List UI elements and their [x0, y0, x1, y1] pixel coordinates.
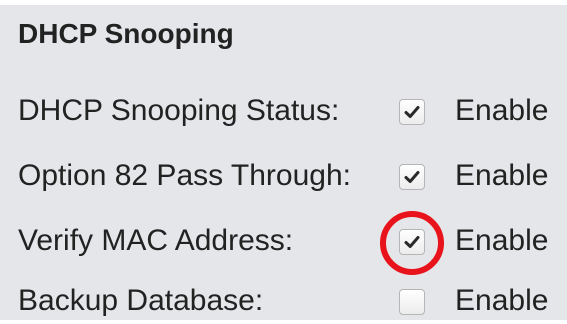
option-82-pass-through-label: Option 82 Pass Through: — [18, 159, 351, 192]
check-mark-icon — [404, 236, 420, 248]
enable-label: Enable — [455, 159, 549, 192]
setting-row-verify-mac-address: Verify MAC Address: Enable — [0, 220, 567, 264]
enable-label: Enable — [455, 224, 549, 257]
option-82-pass-through-checkbox[interactable] — [399, 164, 425, 190]
dhcp-snooping-status-label: DHCP Snooping Status: — [18, 94, 340, 127]
backup-database-label: Backup Database: — [18, 284, 264, 317]
setting-row-option-82-pass-through: Option 82 Pass Through: Enable — [0, 155, 567, 199]
enable-label: Enable — [455, 284, 549, 317]
setting-row-backup-database: Backup Database: Enable — [0, 280, 567, 324]
verify-mac-address-label: Verify MAC Address: — [18, 224, 294, 257]
backup-database-checkbox[interactable] — [399, 289, 425, 315]
dhcp-snooping-panel: DHCP Snooping DHCP Snooping Status: Enab… — [0, 5, 567, 320]
check-mark-icon — [404, 106, 420, 118]
setting-row-dhcp-snooping-status: DHCP Snooping Status: Enable — [0, 90, 567, 134]
verify-mac-address-checkbox[interactable] — [399, 229, 425, 255]
section-title: DHCP Snooping — [18, 18, 234, 49]
check-mark-icon — [404, 171, 420, 183]
enable-label: Enable — [455, 94, 549, 127]
dhcp-snooping-status-checkbox[interactable] — [399, 99, 425, 125]
